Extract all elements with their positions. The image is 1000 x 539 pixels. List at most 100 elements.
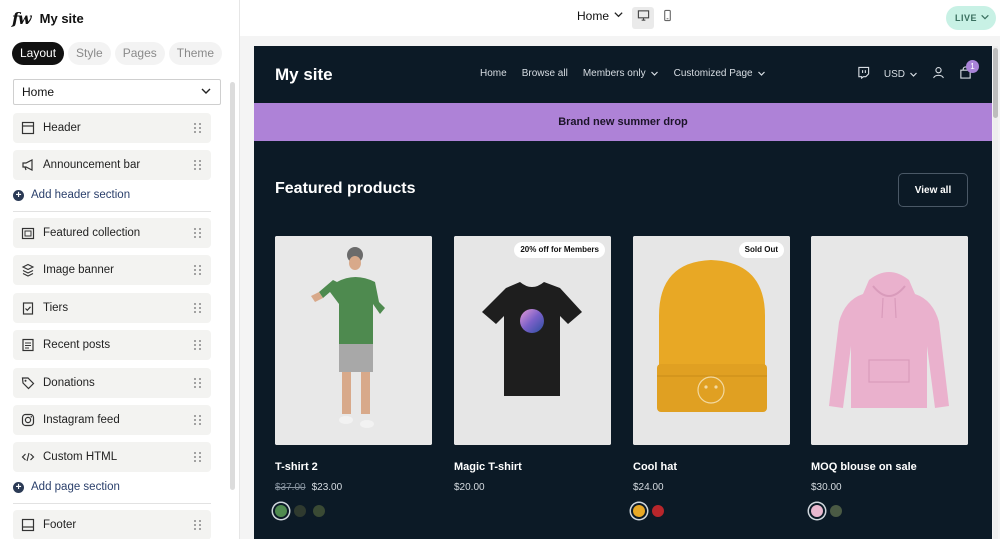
section-label: Image banner (43, 264, 114, 276)
drag-handle-icon[interactable] (194, 414, 204, 426)
product-name[interactable]: Magic T-shirt (454, 461, 611, 473)
editor-sidebar: fw My site Layout Style Pages Theme Home… (0, 0, 240, 539)
product-image[interactable]: Sold Out (633, 236, 790, 445)
store-preview: My site Home Browse all Members only Cus… (254, 46, 992, 539)
view-all-button[interactable]: View all (898, 173, 968, 207)
page-select[interactable]: Home (13, 79, 221, 105)
section-donations[interactable]: Donations (13, 368, 211, 398)
drag-handle-icon[interactable] (194, 159, 204, 171)
desktop-view-button[interactable] (632, 7, 654, 29)
section-announcement-bar[interactable]: Announcement bar (13, 150, 211, 180)
drag-handle-icon[interactable] (194, 519, 204, 531)
add-page-section-button[interactable]: + Add page section (13, 481, 120, 493)
product-name[interactable]: T-shirt 2 (275, 461, 432, 473)
tag-icon (20, 375, 36, 391)
code-icon (20, 449, 36, 465)
drag-handle-icon[interactable] (194, 302, 204, 314)
user-icon[interactable] (932, 66, 945, 82)
page-select-value: Home (22, 85, 55, 99)
tab-pages[interactable]: Pages (114, 42, 165, 65)
nav-home[interactable]: Home (480, 68, 507, 79)
drag-handle-icon[interactable] (194, 339, 204, 351)
chevron-down-icon (200, 85, 212, 100)
section-header[interactable]: Header (13, 113, 211, 143)
announcement-bar[interactable]: Brand new summer drop (254, 103, 992, 141)
document-icon (20, 337, 36, 353)
live-status-button[interactable]: LIVE (945, 6, 996, 30)
section-instagram-feed[interactable]: Instagram feed (13, 405, 211, 435)
section-label: Recent posts (43, 339, 111, 351)
product-card[interactable]: Sold Out Cool hat $24.00 (633, 236, 790, 517)
brand-logo[interactable]: fw (12, 9, 32, 28)
product-name[interactable]: Cool hat (633, 461, 790, 473)
nav-browse-all[interactable]: Browse all (522, 68, 568, 79)
featured-products-title: Featured products (275, 180, 416, 197)
page-switcher[interactable]: Home (577, 9, 624, 23)
drag-handle-icon[interactable] (194, 264, 204, 276)
twitch-icon[interactable] (857, 66, 870, 82)
add-header-section-button[interactable]: + Add header section (13, 189, 130, 201)
color-swatch[interactable] (313, 505, 325, 517)
preview-topbar: Home LIVE (240, 0, 1000, 36)
plus-icon: + (13, 189, 24, 201)
section-label: Donations (43, 377, 95, 389)
section-featured-collection[interactable]: Featured collection (13, 218, 211, 248)
product-image[interactable] (275, 236, 432, 445)
header-layout-icon (20, 120, 36, 136)
nav-customized-page[interactable]: Customized Page (674, 68, 766, 79)
color-swatch[interactable] (830, 505, 842, 517)
color-swatch[interactable] (294, 505, 306, 517)
product-badge: Sold Out (738, 242, 784, 258)
live-status-label: LIVE (954, 13, 977, 23)
section-label: Tiers (43, 302, 69, 314)
product-card[interactable]: T-shirt 2 $37.00 $23.00 (275, 236, 432, 517)
add-header-section-label: Add header section (31, 189, 131, 201)
store-title[interactable]: My site (275, 65, 333, 85)
section-label: Instagram feed (43, 414, 120, 426)
mobile-view-button[interactable] (656, 7, 678, 29)
man-in-green-tshirt-image (275, 236, 432, 445)
page-switcher-label: Home (577, 9, 610, 23)
collection-icon (20, 225, 36, 241)
cart-button[interactable]: 1 (959, 60, 979, 82)
tab-theme[interactable]: Theme (168, 42, 223, 65)
drag-handle-icon[interactable] (194, 377, 204, 389)
section-label: Header (43, 122, 81, 134)
section-tiers[interactable]: Tiers (13, 293, 211, 323)
product-name[interactable]: MOQ blouse on sale (811, 461, 968, 473)
color-swatches (275, 505, 432, 517)
product-image[interactable] (811, 236, 968, 445)
product-price: $37.00 $23.00 (275, 482, 432, 493)
megaphone-icon (20, 157, 36, 173)
drag-handle-icon[interactable] (194, 451, 204, 463)
product-image[interactable]: 20% off for Members (454, 236, 611, 445)
store-header: My site Home Browse all Members only Cus… (254, 46, 992, 103)
drag-handle-icon[interactable] (194, 122, 204, 134)
nav-members-only[interactable]: Members only (583, 68, 659, 79)
preview-scrollbar[interactable] (993, 46, 998, 539)
section-image-banner[interactable]: Image banner (13, 255, 211, 285)
color-swatch[interactable] (652, 505, 664, 517)
section-footer[interactable]: Footer (13, 510, 211, 539)
currency-select[interactable]: USD (884, 69, 918, 80)
product-card[interactable]: MOQ blouse on sale $30.00 (811, 236, 968, 517)
product-current-price: $20.00 (454, 482, 485, 493)
section-label: Announcement bar (43, 159, 141, 171)
product-price: $20.00 (454, 482, 611, 493)
pink-hoodie-image (811, 236, 968, 445)
section-recent-posts[interactable]: Recent posts (13, 330, 211, 360)
tab-style[interactable]: Style (68, 42, 111, 65)
product-card[interactable]: 20% off for Members Magic T-shirt $20.00 (454, 236, 611, 493)
color-swatch[interactable] (633, 505, 645, 517)
yellow-beanie-image (633, 236, 790, 445)
tab-layout[interactable]: Layout (12, 42, 65, 65)
announcement-text: Brand new summer drop (558, 116, 688, 128)
currency-label: USD (883, 68, 905, 80)
color-swatch[interactable] (275, 505, 287, 517)
product-badge: 20% off for Members (514, 242, 605, 258)
color-swatch[interactable] (811, 505, 823, 517)
section-custom-html[interactable]: Custom HTML (13, 442, 211, 472)
sidebar-scrollbar[interactable] (230, 82, 235, 490)
image-banner-icon (20, 262, 36, 278)
drag-handle-icon[interactable] (194, 227, 204, 239)
